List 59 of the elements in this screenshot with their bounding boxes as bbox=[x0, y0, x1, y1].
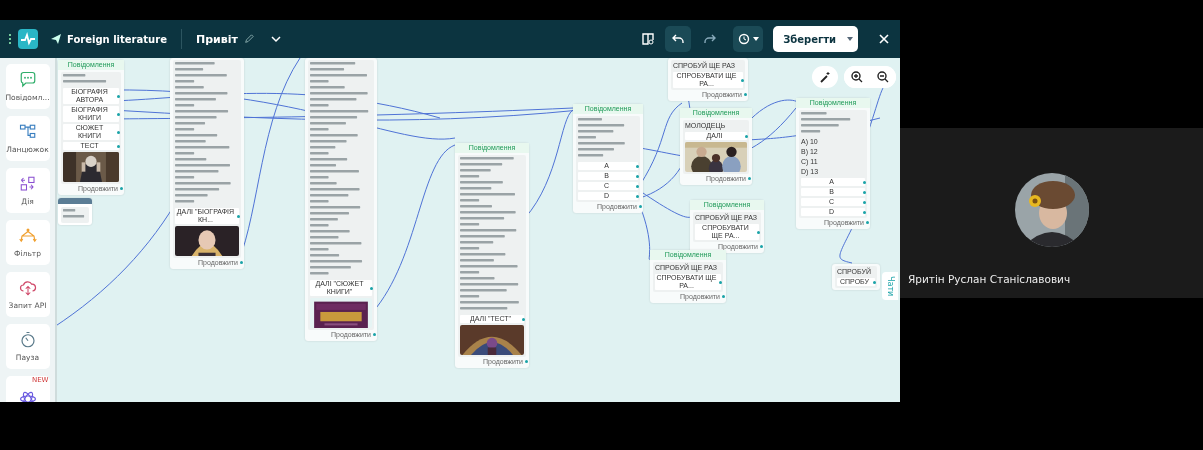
bot-selector[interactable]: Foreign literature bbox=[44, 33, 175, 45]
close-icon[interactable] bbox=[878, 33, 890, 45]
connection-dot[interactable] bbox=[525, 360, 528, 363]
chevron-down-icon[interactable] bbox=[269, 33, 282, 45]
connection-dot[interactable] bbox=[741, 78, 744, 82]
redo-icon bbox=[704, 33, 717, 45]
connection-dot[interactable] bbox=[863, 200, 866, 204]
caret-icon bbox=[847, 37, 853, 41]
connection-dot[interactable] bbox=[636, 164, 639, 168]
pencil-icon[interactable] bbox=[243, 34, 254, 44]
connection-dot[interactable] bbox=[863, 210, 866, 214]
connection-dot[interactable] bbox=[873, 280, 876, 284]
caret-icon bbox=[752, 37, 759, 41]
connection-dot[interactable] bbox=[745, 134, 748, 138]
drag-handle-icon[interactable] bbox=[8, 33, 12, 45]
history-button[interactable] bbox=[733, 26, 764, 52]
connection-dot[interactable] bbox=[117, 94, 120, 98]
connection-dot[interactable] bbox=[760, 245, 763, 248]
flow-node[interactable] bbox=[58, 198, 92, 225]
connection-dot[interactable] bbox=[757, 230, 760, 234]
node-header-bar bbox=[58, 198, 92, 204]
connection-dot[interactable] bbox=[373, 333, 376, 336]
connection-dot[interactable] bbox=[522, 317, 525, 321]
connection-dot[interactable] bbox=[748, 177, 751, 180]
timer-icon bbox=[18, 331, 37, 349]
connection-dot[interactable] bbox=[636, 184, 639, 188]
undo-icon bbox=[672, 33, 685, 45]
send-icon bbox=[50, 33, 62, 45]
connection-dot[interactable] bbox=[117, 144, 120, 148]
flow-name: Привіт bbox=[195, 32, 238, 46]
connection-dot[interactable] bbox=[370, 286, 373, 290]
chat-bubble-icon bbox=[18, 71, 37, 89]
chain-icon bbox=[18, 123, 37, 141]
connection-dot[interactable] bbox=[636, 174, 639, 178]
connection-dot[interactable] bbox=[863, 190, 866, 194]
connection-dot[interactable] bbox=[636, 194, 639, 198]
connection-dot[interactable] bbox=[866, 221, 869, 224]
connection-dot[interactable] bbox=[237, 214, 240, 218]
connection-dot[interactable] bbox=[719, 280, 722, 284]
zoom-out-icon bbox=[877, 71, 889, 83]
atom-icon bbox=[18, 389, 37, 402]
magic-wand-icon bbox=[819, 71, 831, 83]
participant-name: Яритін Руслан Станіславович bbox=[908, 273, 1071, 285]
zoom-in-icon bbox=[851, 71, 863, 83]
connection-dot[interactable] bbox=[863, 180, 866, 184]
filter-icon bbox=[18, 227, 37, 245]
connection-dot[interactable] bbox=[240, 261, 243, 264]
connection-dot[interactable] bbox=[744, 93, 747, 96]
connection-dot[interactable] bbox=[117, 130, 120, 134]
pulse-logo-icon[interactable] bbox=[18, 29, 38, 49]
undo-button[interactable] bbox=[665, 26, 692, 52]
connection-dot[interactable] bbox=[722, 295, 725, 298]
magic-wand-button[interactable] bbox=[812, 66, 838, 88]
connection-dot[interactable] bbox=[120, 187, 123, 190]
connection-dot[interactable] bbox=[117, 112, 120, 116]
cloud-upload-icon bbox=[18, 279, 37, 297]
action-icon bbox=[18, 175, 37, 193]
connection-dot[interactable] bbox=[639, 205, 642, 208]
history-icon bbox=[737, 33, 750, 45]
